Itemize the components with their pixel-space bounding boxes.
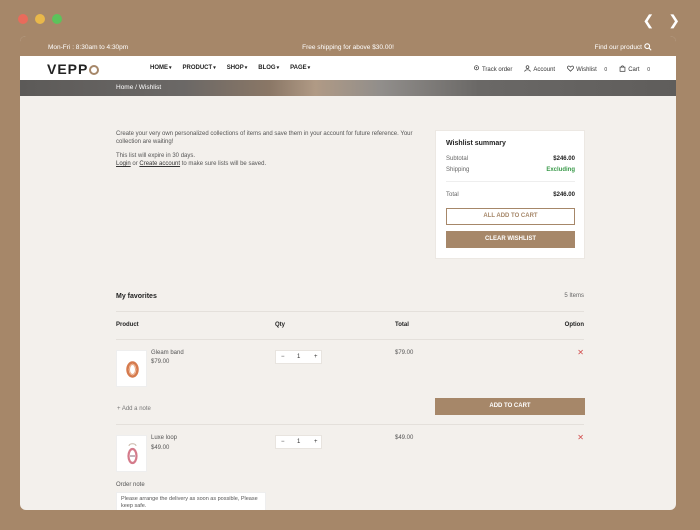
- divider: [116, 424, 584, 425]
- site-header: VEPP HOME▾ PRODUCT▾ SHOP▾ BLOG▾ PAGE▾ Tr…: [20, 56, 676, 80]
- browser-window: Mon-Fri : 8:30am to 4:30pm Free shipping…: [20, 36, 676, 510]
- cart-icon: [619, 65, 626, 72]
- decrement-button[interactable]: −: [281, 439, 285, 445]
- menu-blog[interactable]: BLOG▾: [258, 65, 279, 71]
- divider: [116, 311, 584, 312]
- page-banner: Home / Wishlist: [20, 80, 676, 96]
- increment-button[interactable]: +: [314, 354, 318, 360]
- add-note-link[interactable]: + Add a note: [117, 406, 151, 412]
- chevron-down-icon: ▾: [276, 65, 280, 71]
- shipping-row: Shipping Excluding: [446, 167, 575, 173]
- main-menu: HOME▾ PRODUCT▾ SHOP▾ BLOG▾ PAGE▾: [150, 65, 310, 71]
- column-header-product: Product: [116, 322, 139, 328]
- header-actions: Track order Account Wishlist 0 Cart 0: [473, 65, 650, 73]
- create-account-link[interactable]: Create account: [139, 161, 180, 167]
- top-bar: Mon-Fri : 8:30am to 4:30pm Free shipping…: [20, 36, 676, 56]
- divider: [446, 181, 575, 182]
- total-row: Total $246.00: [446, 192, 575, 198]
- clear-wishlist-button[interactable]: CLEAR WISHLIST: [446, 231, 575, 248]
- intro-text: Create your very own personalized collec…: [116, 131, 413, 145]
- logo-mark-icon: [89, 65, 100, 75]
- quantity-stepper: − 1 +: [275, 435, 322, 449]
- search-input[interactable]: Find our product: [595, 44, 642, 51]
- menu-page[interactable]: PAGE▾: [290, 65, 310, 71]
- wishlist-count: 0: [604, 67, 608, 73]
- chevron-down-icon: ▾: [307, 65, 311, 71]
- chevron-down-icon: ▾: [169, 65, 172, 71]
- favorites-title: My favorites: [116, 293, 157, 300]
- expiry-text: This list will expire in 30 days.: [116, 153, 196, 159]
- column-header-total: Total: [395, 322, 409, 328]
- nav-arrows: ❮ ❯: [643, 12, 680, 29]
- column-header-qty: Qty: [275, 322, 286, 328]
- product-name[interactable]: Gleam band: [151, 350, 184, 356]
- track-order-link[interactable]: Track order: [473, 65, 512, 73]
- item-total: $49.00: [395, 435, 414, 441]
- search-icon[interactable]: [644, 43, 652, 51]
- product-image[interactable]: [116, 350, 147, 387]
- order-note-label: Order note: [116, 482, 145, 488]
- add-all-to-cart-button[interactable]: ALL ADD TO CART: [446, 208, 575, 225]
- close-dot[interactable]: [18, 14, 28, 24]
- cart-count: 0: [647, 67, 650, 73]
- chevron-left-icon[interactable]: ❮: [643, 12, 655, 29]
- decrement-button[interactable]: −: [281, 354, 285, 360]
- chevron-right-icon[interactable]: ❯: [668, 12, 680, 29]
- favorites-count: 5 Items: [564, 293, 584, 299]
- shipping-promo: Free shipping for above $30.00!: [302, 44, 394, 51]
- minimize-dot[interactable]: [35, 14, 45, 24]
- quantity-value[interactable]: 1: [297, 439, 300, 445]
- subtotal-value: $246.00: [553, 156, 575, 162]
- product-price: $79.00: [151, 359, 170, 365]
- login-link[interactable]: Login: [116, 161, 131, 167]
- login-prompt: Login or Create account to make sure lis…: [116, 161, 267, 167]
- remove-icon[interactable]: ✕: [577, 348, 584, 357]
- summary-title: Wishlist summary: [446, 140, 506, 147]
- ring-icon: [126, 361, 139, 378]
- wishlist-link[interactable]: Wishlist 0: [567, 65, 607, 73]
- total-value: $246.00: [553, 192, 575, 198]
- item-total: $79.00: [395, 350, 414, 356]
- logo-text: VEPP: [47, 61, 89, 77]
- user-icon: [524, 65, 532, 72]
- increment-button[interactable]: +: [314, 439, 318, 445]
- product-image[interactable]: [116, 435, 147, 472]
- bracelet-icon: [127, 443, 138, 465]
- chevron-down-icon: ▾: [244, 65, 248, 71]
- divider: [116, 339, 584, 340]
- quantity-stepper: − 1 +: [275, 350, 322, 364]
- product-name[interactable]: Luxe loop: [151, 435, 177, 441]
- quantity-value[interactable]: 1: [297, 354, 300, 360]
- maximize-dot[interactable]: [52, 14, 62, 24]
- window-controls: [18, 14, 62, 24]
- menu-product[interactable]: PRODUCT▾: [183, 65, 216, 71]
- remove-icon[interactable]: ✕: [577, 433, 584, 442]
- heart-icon: [567, 65, 574, 72]
- logo[interactable]: VEPP: [47, 61, 100, 77]
- menu-home[interactable]: HOME▾: [150, 65, 172, 71]
- order-note-field[interactable]: Please arrange the delivery as soon as p…: [116, 492, 266, 510]
- product-price: $49.00: [151, 445, 170, 451]
- wishlist-summary: Wishlist summary Subtotal $246.00 Shippi…: [435, 130, 585, 259]
- shipping-value: Excluding: [546, 167, 575, 173]
- wishlist-intro: Create your very own personalized collec…: [116, 130, 416, 168]
- add-to-cart-button[interactable]: ADD TO CART: [435, 398, 585, 415]
- breadcrumb: Home / Wishlist: [116, 84, 162, 91]
- subtotal-row: Subtotal $246.00: [446, 156, 575, 162]
- column-header-option: Option: [564, 322, 584, 328]
- account-link[interactable]: Account: [524, 65, 555, 73]
- cart-link[interactable]: Cart 0: [619, 65, 650, 73]
- location-icon: [473, 65, 479, 71]
- menu-shop[interactable]: SHOP▾: [227, 65, 248, 71]
- chevron-down-icon: ▾: [213, 65, 216, 71]
